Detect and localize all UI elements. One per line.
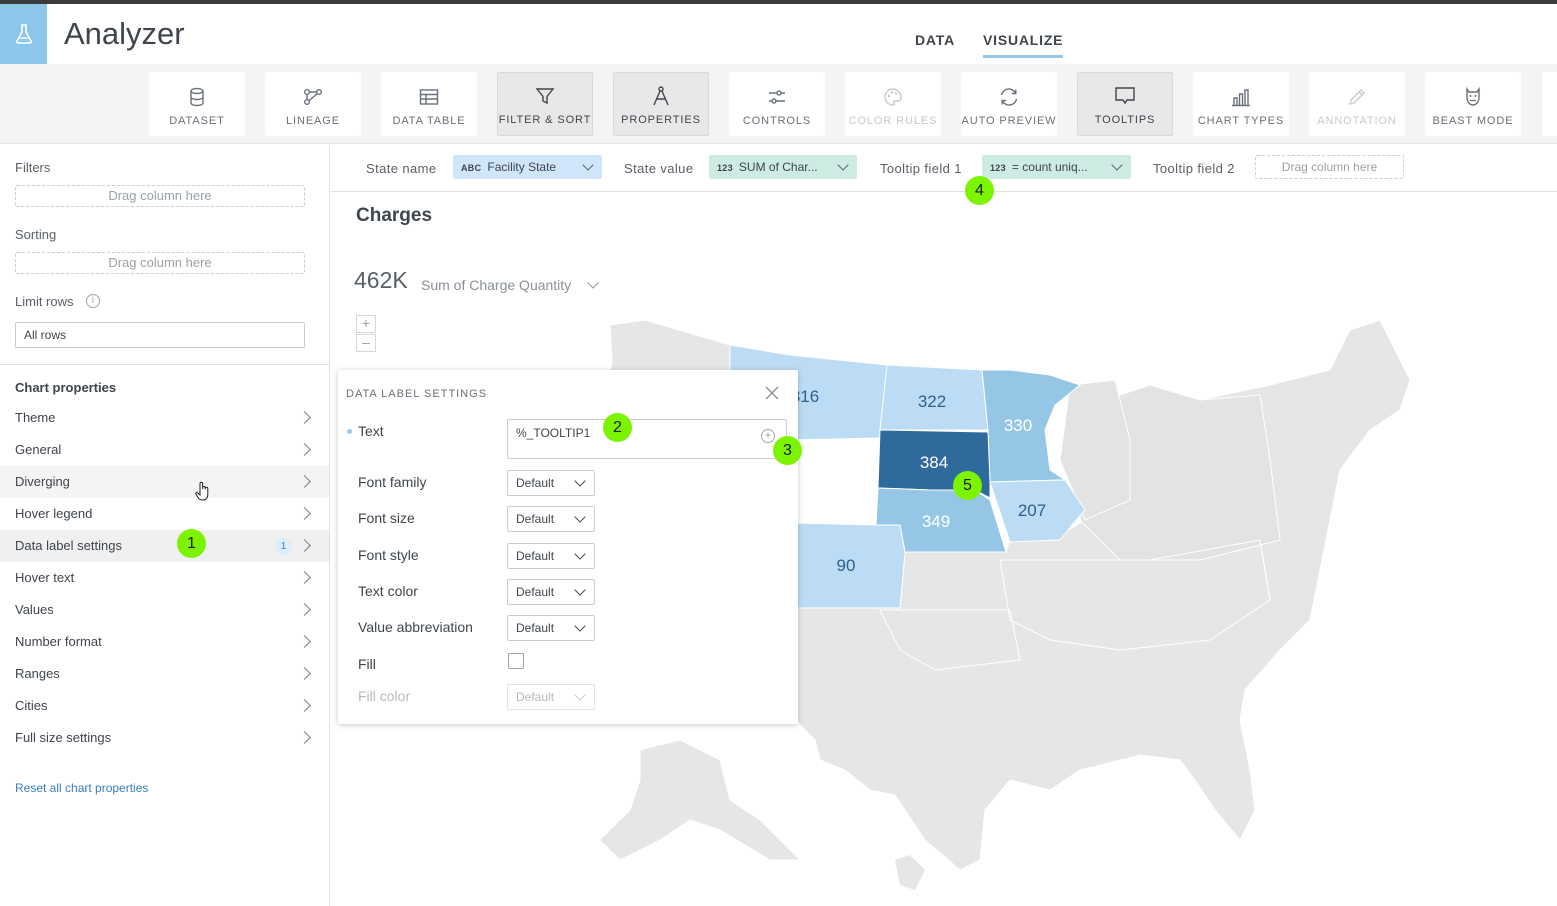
close-icon[interactable]: [765, 386, 779, 400]
fill-checkbox[interactable]: [508, 653, 524, 669]
chevron-down-icon: [574, 689, 586, 701]
callout-1: 1: [177, 529, 206, 558]
hand-cursor-icon: [195, 481, 209, 501]
font-family-label: Font family: [358, 474, 427, 490]
dialog-title: DATA LABEL SETTINGS: [346, 388, 488, 400]
chevron-down-icon: [574, 511, 586, 523]
text-color-select[interactable]: Default: [507, 579, 595, 605]
text-label: Text: [358, 423, 384, 439]
font-family-select[interactable]: Default: [507, 470, 595, 496]
state-label-iowa: 207: [1018, 501, 1046, 520]
chevron-down-icon: [574, 548, 586, 560]
state-label-nebraska: 349: [922, 512, 950, 531]
select-value: Default: [516, 512, 555, 526]
fill-label: Fill: [358, 656, 376, 672]
zoom-in-button[interactable]: +: [356, 315, 376, 333]
callout-5: 5: [953, 471, 982, 500]
text-input[interactable]: %_TOOLTIP1: [507, 419, 787, 459]
select-value: Default: [516, 585, 555, 599]
state-label-south-dakota: 384: [920, 453, 948, 472]
chevron-down-icon: [574, 620, 586, 632]
text-color-label: Text color: [358, 583, 418, 599]
select-value: Default: [516, 476, 555, 490]
data-label-settings-dialog: DATA LABEL SETTINGS Text %_TOOLTIP1 + Fo…: [338, 370, 798, 724]
select-value: Default: [516, 621, 555, 635]
value-abbreviation-select[interactable]: Default: [507, 615, 595, 641]
value-abbreviation-label: Value abbreviation: [358, 619, 473, 635]
indicator-dot: [347, 429, 352, 434]
zoom-out-button[interactable]: –: [356, 334, 376, 352]
select-value: Default: [516, 549, 555, 563]
fill-color-select[interactable]: Default: [507, 684, 595, 710]
chevron-down-icon: [574, 584, 586, 596]
select-value: Default: [516, 690, 555, 704]
callout-3: 3: [773, 436, 802, 465]
add-field-icon[interactable]: +: [761, 429, 775, 443]
font-style-label: Font style: [358, 547, 419, 563]
font-size-label: Font size: [358, 510, 415, 526]
font-style-select[interactable]: Default: [507, 543, 595, 569]
callout-4: 4: [965, 176, 994, 205]
state-label-minnesota: 330: [1004, 416, 1032, 435]
font-size-select[interactable]: Default: [507, 506, 595, 532]
state-label-colorado: 90: [837, 556, 856, 575]
state-label-north-dakota: 322: [918, 392, 946, 411]
fill-color-label: Fill color: [358, 688, 411, 704]
callout-2: 2: [603, 413, 632, 442]
chevron-down-icon: [574, 475, 586, 487]
